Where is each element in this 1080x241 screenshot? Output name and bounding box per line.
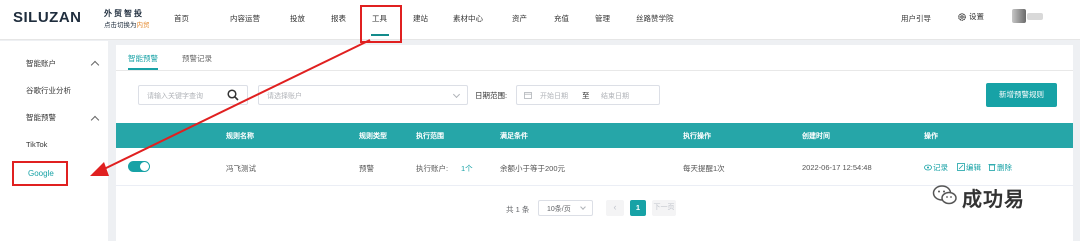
date-range-label: 日期范围:: [475, 91, 508, 100]
watermark-text: 成功易: [962, 189, 1025, 211]
rule-enabled-toggle[interactable]: [128, 161, 150, 172]
next-page-button[interactable]: 下一页: [652, 200, 676, 216]
logo-wordmark: SILUZAN: [13, 9, 82, 26]
cell-rule-name: 冯飞测试: [226, 164, 256, 173]
end-date-placeholder: 结束日期: [601, 93, 629, 100]
wechat-icon: [932, 185, 957, 205]
wechat-watermark: 成功易: [932, 176, 1072, 216]
page-number-current[interactable]: 1: [630, 200, 646, 216]
nav-item-content-ops[interactable]: 内容运营: [230, 13, 260, 24]
cell-action: 每天提醒1次: [683, 164, 725, 173]
sidebar: 智能账户 谷歌行业分析 智能预警 TikTok Google: [0, 41, 108, 241]
view-record-button[interactable]: 记录: [924, 162, 948, 173]
table-row: 冯飞测试 预警 执行账户: 1个 余额小于等于200元 每天提醒1次 2022-…: [116, 148, 1073, 186]
nav-item-home[interactable]: 首页: [174, 13, 189, 24]
chevron-down-icon: [452, 90, 461, 99]
column-header-operations: 操作: [924, 133, 938, 140]
username-blurred: [1027, 13, 1043, 20]
gear-icon: [958, 13, 966, 21]
sidebar-item-tiktok[interactable]: TikTok: [26, 140, 47, 149]
delete-label: 删除: [997, 163, 1012, 172]
sidebar-item-google-industry-analysis[interactable]: 谷歌行业分析: [26, 85, 71, 96]
nav-item-reports[interactable]: 报表: [331, 13, 346, 24]
nav-item-recharge[interactable]: 充值: [554, 13, 569, 24]
edit-label: 编辑: [966, 163, 981, 172]
column-header-rule-name: 规则名称: [226, 133, 254, 140]
add-alert-rule-button[interactable]: 新增预警规则: [986, 83, 1057, 107]
nav-item-academy[interactable]: 丝路赞学院: [636, 13, 674, 24]
search-icon[interactable]: [227, 89, 239, 101]
calendar-icon: [524, 92, 532, 99]
start-date-placeholder: 开始日期: [540, 93, 568, 100]
chevron-up-icon[interactable]: [90, 60, 100, 70]
eye-icon: [924, 164, 932, 171]
sidebar-group-smart-account[interactable]: 智能账户: [26, 58, 56, 69]
column-header-created-time: 创建时间: [802, 133, 830, 140]
date-range-separator: 至: [582, 91, 590, 100]
cell-condition: 余额小于等于200元: [500, 164, 566, 173]
cell-rule-type: 预警: [359, 164, 374, 173]
avatar[interactable]: [1012, 9, 1026, 23]
table-header: 规则名称 规则类型 执行范围 满足条件 执行操作 创建时间 操作: [116, 123, 1073, 148]
pagination-total: 共 1 条: [506, 205, 530, 214]
view-record-label: 记录: [933, 163, 948, 172]
delete-button[interactable]: 删除: [988, 162, 1012, 173]
account-select[interactable]: 请选择账户: [258, 85, 468, 105]
nav-item-assets[interactable]: 资产: [512, 13, 527, 24]
edit-icon: [957, 163, 965, 171]
column-header-condition: 满足条件: [500, 133, 528, 140]
logo-cn-name: 外贸智投: [104, 9, 144, 18]
sidebar-item-google-label: Google: [28, 169, 54, 178]
nav-item-tools[interactable]: 工具: [372, 13, 387, 24]
column-header-action: 执行操作: [683, 133, 711, 140]
tab-alert-records[interactable]: 预警记录: [182, 53, 212, 64]
nav-item-management[interactable]: 管理: [595, 13, 610, 24]
nav-tools-highlight-box: [360, 5, 402, 43]
market-switch-link[interactable]: 点击切换为内贸: [104, 19, 150, 29]
page-size-select[interactable]: 10条/页: [538, 200, 593, 216]
top-navigation-bar: SILUZAN 外贸智投 点击切换为内贸 首页 内容运营 投放 报表 工具 建站…: [0, 0, 1080, 43]
column-header-rule-type: 规则类型: [359, 133, 387, 140]
tabs-divider: [116, 70, 1073, 71]
settings-label: 设置: [969, 12, 984, 21]
previous-page-button[interactable]: ‹: [606, 200, 624, 216]
chevron-down-icon: [580, 204, 586, 210]
nav-item-material-center[interactable]: 素材中心: [453, 13, 483, 24]
cell-created-time: 2022-06-17 12:54:48: [802, 163, 872, 172]
sidebar-item-google[interactable]: Google: [12, 161, 68, 186]
cell-scope-label: 执行账户:: [416, 164, 449, 173]
column-header-scope: 执行范围: [416, 133, 444, 140]
nav-item-site-builder[interactable]: 建站: [413, 13, 428, 24]
user-guide-link[interactable]: 用户引导: [901, 13, 931, 24]
trash-icon: [988, 164, 996, 171]
tab-smart-alert[interactable]: 智能预警: [128, 53, 158, 64]
account-select-placeholder: 请选择账户: [267, 93, 302, 100]
main-content-card: 智能预警 预警记录 请输入关键字查询 请选择账户 日期范围: 开始日期 至 结束…: [116, 45, 1073, 241]
date-range-picker[interactable]: 开始日期 至 结束日期: [516, 85, 660, 105]
page-size-value: 10条/页: [547, 206, 571, 213]
edit-button[interactable]: 编辑: [957, 162, 981, 173]
chevron-up-icon[interactable]: [90, 115, 100, 125]
sidebar-group-smart-alert[interactable]: 智能预警: [26, 112, 56, 123]
toggle-knob: [140, 162, 149, 171]
cell-scope-count-link[interactable]: 1个: [461, 163, 473, 174]
nav-item-ads[interactable]: 投放: [290, 13, 305, 24]
settings-button[interactable]: 设置: [957, 11, 984, 22]
keyword-search-placeholder: 请输入关键字查询: [147, 93, 203, 100]
nav-active-indicator: [371, 34, 389, 36]
